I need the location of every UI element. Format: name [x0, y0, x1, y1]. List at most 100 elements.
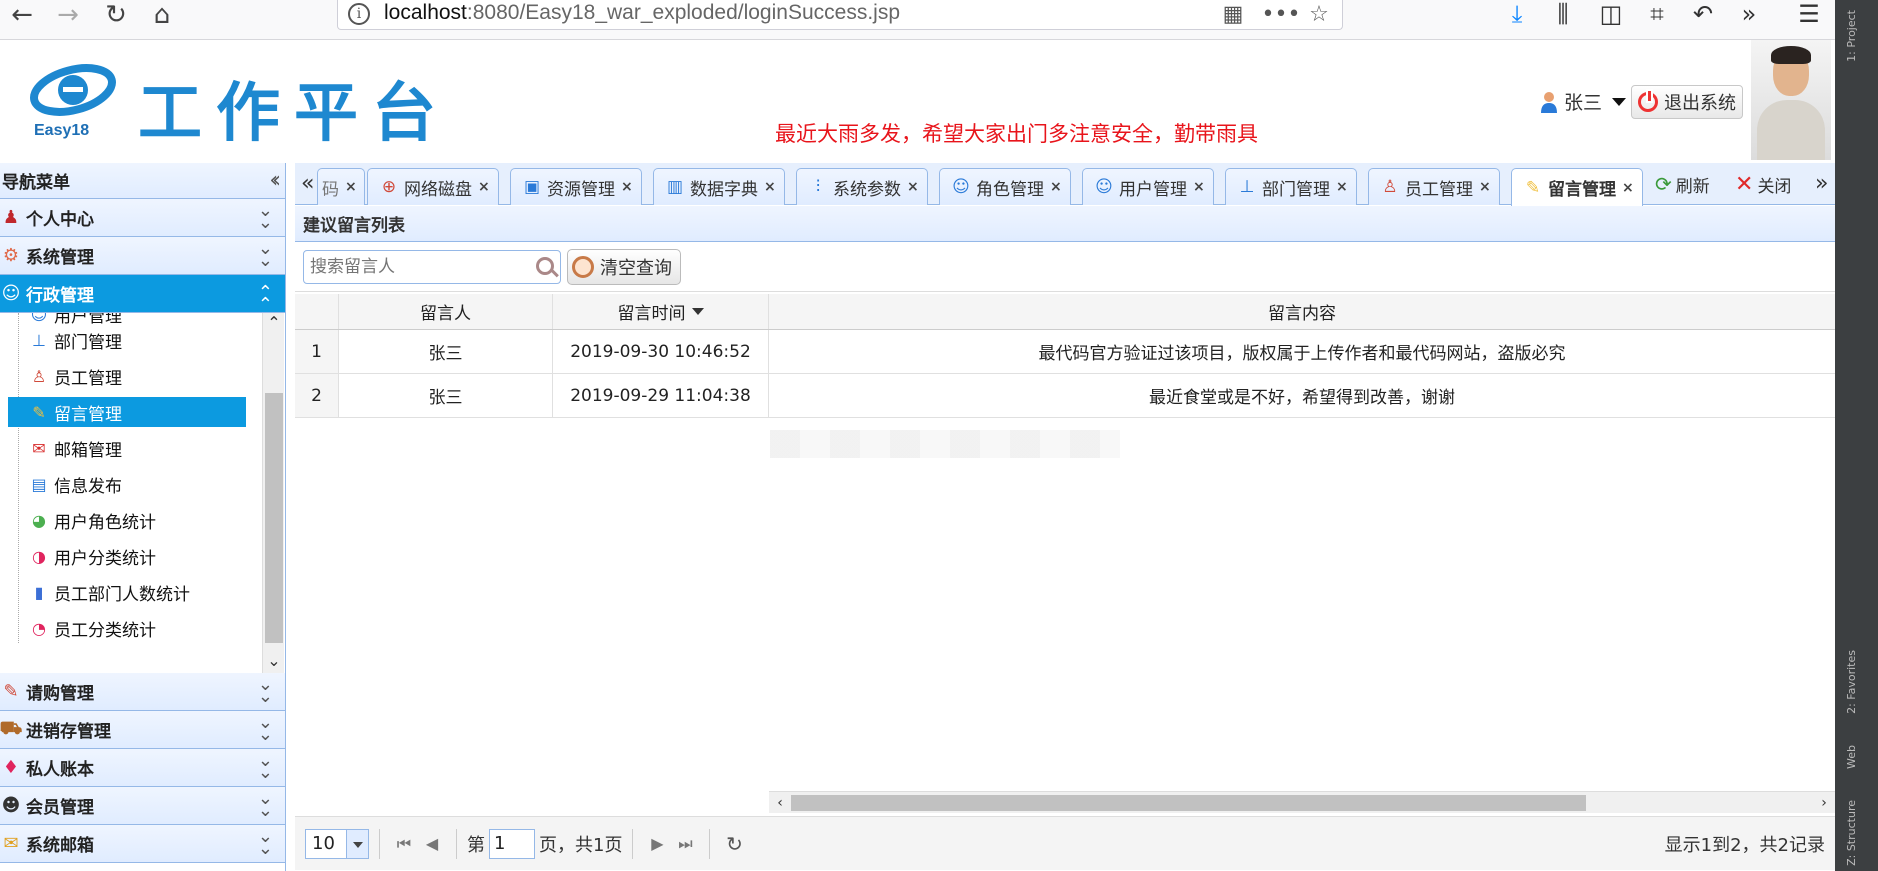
tab-label: 数据字典 — [690, 179, 758, 200]
back-icon[interactable]: ← — [4, 0, 40, 30]
tab-employee-management[interactable]: ♙ 员工管理 × — [1368, 168, 1500, 205]
sidebar-toggle-icon[interactable]: ◫ — [1594, 0, 1628, 28]
close-icon[interactable]: × — [764, 179, 776, 195]
grid-horizontal-scrollbar[interactable]: ‹ › — [769, 791, 1835, 813]
column-header-content[interactable]: 留言内容 — [769, 294, 1835, 329]
reload-icon[interactable]: ↻ — [98, 0, 134, 30]
download-icon[interactable]: ⤓ — [1500, 0, 1534, 28]
accordion-inventory-management[interactable]: ⛟ 进销存管理 ⌄ ⌄ — [0, 711, 285, 749]
search-icon[interactable] — [536, 256, 554, 275]
column-header-person[interactable]: 留言人 — [339, 294, 553, 329]
close-icon[interactable]: × — [1050, 179, 1062, 195]
more-actions-icon[interactable]: ••• — [1262, 0, 1301, 28]
accordion-system-management[interactable]: ⚙ 系统管理 ⌄ ⌄ — [0, 237, 285, 275]
accordion-private-ledger[interactable]: ♦ 私人账本 ⌄ ⌄ — [0, 749, 285, 787]
tab-resource-management[interactable]: ▣ 资源管理 × — [510, 168, 642, 205]
collapse-sidebar-icon[interactable]: ‹‹ — [269, 168, 280, 193]
tab-department-management[interactable]: ⊥ 部门管理 × — [1225, 168, 1357, 205]
undo-icon[interactable]: ↶ — [1686, 0, 1720, 28]
row-number-header — [295, 294, 339, 329]
overflow-icon[interactable]: » — [1732, 0, 1766, 28]
forward-icon[interactable]: → — [50, 0, 86, 30]
scroll-up-icon[interactable]: ⌃ — [263, 313, 285, 335]
tabs-scroll-right-icon[interactable]: » — [1815, 171, 1828, 196]
tab-code[interactable]: 码 × — [317, 168, 365, 205]
last-page-icon[interactable]: ⏭ — [671, 830, 699, 858]
logout-button[interactable]: 退出系统 — [1631, 85, 1743, 119]
dictionary-icon: ▥ — [666, 177, 684, 197]
page-size-select[interactable]: 10 — [305, 828, 369, 859]
close-icon[interactable]: × — [478, 179, 490, 195]
bookmark-star-icon[interactable]: ☆ — [1304, 0, 1334, 28]
tree-item-department-management[interactable]: ⊥ 部门管理 — [28, 325, 122, 355]
sort-desc-icon — [691, 308, 704, 315]
tab-network-disk[interactable]: ⊕ 网络磁盘 × — [367, 168, 499, 205]
tab-user-management[interactable]: ☺ 用户管理 × — [1082, 168, 1214, 205]
close-icon[interactable]: × — [907, 179, 919, 195]
clear-query-button[interactable]: 清空查询 — [567, 248, 681, 285]
scrollbar-thumb[interactable] — [265, 393, 283, 643]
ide-favorites-label[interactable]: 2: Favorites — [1845, 650, 1858, 714]
scroll-down-icon[interactable]: ⌄ — [263, 651, 285, 673]
accordion-administration[interactable]: ☺ 行政管理 ⌃ ⌃ — [0, 275, 285, 314]
close-icon[interactable]: × — [1479, 179, 1491, 195]
scroll-left-icon[interactable]: ‹ — [769, 792, 791, 814]
tab-label: 角色管理 — [976, 179, 1044, 200]
close-icon[interactable]: × — [1336, 179, 1348, 195]
tree-item-message-management[interactable]: ✎ 留言管理 — [8, 397, 246, 427]
tree-item-mailbox-management[interactable]: ✉ 邮箱管理 — [28, 433, 122, 463]
tree-item-employee-dept-stats[interactable]: ▮ 员工部门人数统计 — [28, 577, 190, 607]
dropdown-arrow-icon[interactable] — [346, 829, 368, 858]
accordion-purchase-management[interactable]: ✎ 请购管理 ⌄ ⌄ — [0, 673, 285, 711]
ide-project-label[interactable]: 1: Project — [1845, 10, 1858, 62]
next-page-icon[interactable]: ▶ — [643, 830, 671, 858]
tab-system-parameters[interactable]: ⫶ 系统参数 × — [796, 168, 928, 205]
close-icon[interactable]: × — [1193, 179, 1205, 195]
qr-code-icon[interactable]: ▦ — [1218, 0, 1248, 28]
message-grid: 留言人 留言时间 留言内容 1 张三 2019-09-30 10:46:52 最… — [295, 294, 1835, 418]
tree-item-employee-category-stats[interactable]: ◔ 员工分类统计 — [28, 613, 156, 643]
close-icon[interactable]: × — [345, 179, 357, 195]
close-icon[interactable]: × — [1622, 180, 1634, 196]
tab-role-management[interactable]: ☺ 角色管理 × — [939, 168, 1071, 205]
home-icon[interactable]: ⌂ — [144, 0, 180, 30]
tree-item-info-publish[interactable]: ▤ 信息发布 — [28, 469, 122, 499]
refresh-tab-button[interactable]: ⟳ 刷新 — [1655, 169, 1710, 199]
tabs-scroll-left-icon[interactable]: « — [301, 171, 314, 196]
reload-icon[interactable]: ↻ — [720, 830, 748, 858]
user-search-icon: ☺ — [1095, 177, 1113, 197]
table-row[interactable]: 1 张三 2019-09-30 10:46:52 最代码官方验证过该项目，版权属… — [295, 330, 1835, 374]
tree-scrollbar[interactable]: ⌃ ⌄ — [262, 313, 284, 673]
user-menu[interactable]: 张三 — [1540, 88, 1627, 115]
crop-icon[interactable]: ⌗ — [1640, 0, 1674, 28]
ide-structure-label[interactable]: Z: Structure — [1845, 800, 1858, 866]
url-text[interactable]: localhost:8080/Easy18_war_exploded/login… — [384, 1, 900, 25]
table-row[interactable]: 2 张三 2019-09-29 11:04:38 最近食堂或是不好，希望得到改善… — [295, 374, 1835, 418]
page-number-input[interactable]: 1 — [489, 828, 535, 859]
scrollbar-thumb[interactable] — [791, 795, 1586, 811]
pie-chart-icon: ◑ — [32, 546, 46, 566]
tree-item-user-role-stats[interactable]: ◕ 用户角色统计 — [28, 505, 156, 535]
accordion-system-mailbox[interactable]: ✉ 系统邮箱 ⌄ ⌄ — [0, 825, 285, 863]
first-page-icon[interactable]: ⏮ — [390, 830, 418, 858]
tab-data-dictionary[interactable]: ▥ 数据字典 × — [653, 168, 785, 205]
url-bar[interactable]: i localhost:8080/Easy18_war_exploded/log… — [337, 0, 1343, 30]
close-tab-button[interactable]: ✕ 关闭 — [1735, 169, 1791, 199]
scroll-right-icon[interactable]: › — [1813, 792, 1835, 814]
caret-down-icon[interactable] — [1612, 97, 1627, 106]
accordion-personal-center[interactable]: ♟ 个人中心 ⌄ ⌄ — [0, 199, 285, 237]
site-info-icon[interactable]: i — [348, 3, 370, 25]
column-label: 留言内容 — [1268, 304, 1336, 324]
search-input[interactable] — [304, 250, 524, 283]
ide-web-label[interactable]: Web — [1845, 745, 1858, 769]
accordion-member-management[interactable]: ☻ 会员管理 ⌄ ⌄ — [0, 787, 285, 825]
library-icon[interactable]: ⫼ — [1546, 0, 1580, 28]
tree-item-user-category-stats[interactable]: ◑ 用户分类统计 — [28, 541, 156, 571]
message-panel: 建议留言列表 清空查询 留言人 留言时间 留言内容 1 张三 2019-09-3… — [295, 206, 1835, 871]
column-header-time[interactable]: 留言时间 — [553, 294, 769, 329]
prev-page-icon[interactable]: ◀ — [418, 830, 446, 858]
menu-icon[interactable]: ☰ — [1792, 0, 1826, 28]
close-icon[interactable]: × — [621, 179, 633, 195]
tree-item-employee-management[interactable]: ♙ 员工管理 — [28, 361, 122, 391]
tab-message-management[interactable]: ✎ 留言管理 × — [1511, 168, 1643, 206]
